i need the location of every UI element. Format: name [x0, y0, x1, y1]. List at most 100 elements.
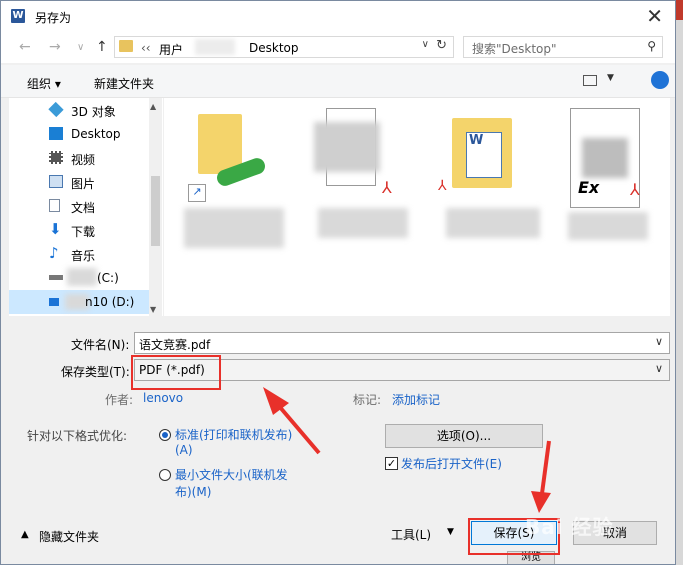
sidebar-item-desktop[interactable]: Desktop [9, 122, 149, 146]
standard-option-label[interactable]: 标准(打印和联机发布) [175, 426, 292, 443]
search-box[interactable]: 搜索"Desktop" ⚲ [463, 36, 663, 58]
optimize-label: 针对以下格式优化: [27, 429, 128, 443]
filename-value[interactable]: 语文竞赛.pdf [139, 336, 210, 353]
standard-radio[interactable] [159, 429, 171, 441]
sidebar-item-label: 文档 [71, 201, 96, 215]
minimum-size-option-key[interactable]: 布)(M) [175, 483, 211, 500]
list-item[interactable]: ↗ [176, 108, 286, 248]
sidebar-item-videos[interactable]: 视频 [9, 146, 149, 170]
folder-icon [119, 40, 133, 52]
pdf-icon: ⅄ [630, 180, 640, 199]
blurred-thumbnail [582, 138, 628, 178]
sidebar-item-label: 3D 对象 [71, 105, 116, 119]
recent-locations-icon[interactable]: ∨ [77, 42, 84, 53]
drive-icon [49, 298, 59, 306]
window-title: 另存为 [35, 11, 72, 25]
pictures-icon [49, 175, 63, 188]
word-document-icon: W [466, 132, 502, 178]
blurred-drive-label [67, 268, 97, 286]
pdf-icon: ⅄ [438, 178, 447, 194]
sidebar-item-label: n10 (D:) [85, 295, 135, 309]
search-input[interactable]: 搜索"Desktop" [472, 40, 557, 57]
address-bar[interactable]: ‹‹ 用户 Desktop ∨ ↻ [114, 36, 454, 58]
background-window-tab [676, 0, 683, 20]
blurred-file-name [318, 208, 408, 238]
watermark: Bai 经验 [525, 515, 614, 539]
file-list: ↗ ⅄ W ⅄ Ex ⅄ [164, 98, 670, 316]
list-item[interactable]: ⅄ [304, 108, 414, 248]
minimum-size-option-label[interactable]: 最小文件大小(联机发 [175, 466, 288, 483]
save-as-dialog: W 另存为 ✕ ← → ∨ ↑ ‹‹ 用户 Desktop ∨ ↻ 搜索"Des… [0, 0, 676, 565]
command-toolbar: 组织 ▾ 新建文件夹 ▼ [1, 65, 675, 98]
scroll-up-icon[interactable]: ▲ [150, 102, 156, 111]
annotation-box-filetype [131, 355, 221, 390]
music-icon: ♪ [49, 244, 59, 262]
sidebar-item-label: 视频 [71, 153, 96, 167]
organize-menu[interactable]: 组织 ▾ [27, 75, 61, 92]
close-button[interactable]: ✕ [646, 4, 663, 28]
refresh-icon[interactable]: ↻ [436, 38, 447, 53]
tools-dropdown-icon[interactable]: ▼ [447, 527, 454, 537]
blurred-file-name [184, 208, 284, 248]
list-item[interactable]: W ⅄ [432, 108, 542, 248]
add-tags-link[interactable]: 添加标记 [392, 391, 440, 408]
chevron-down-icon[interactable]: ∨ [422, 39, 429, 50]
hide-folders-toggle[interactable]: 隐藏文件夹 [39, 528, 99, 545]
standard-option-key[interactable]: (A) [175, 443, 193, 457]
scroll-down-icon[interactable]: ▼ [150, 305, 156, 314]
breadcrumb-desktop[interactable]: Desktop [249, 41, 299, 55]
desktop-icon [49, 127, 63, 140]
cube-icon [48, 101, 64, 118]
filename-label: 文件名(N): [71, 338, 130, 352]
breadcrumb-users[interactable]: 用户 [159, 41, 183, 58]
view-options-icon[interactable]: ▼ [607, 73, 614, 83]
sidebar-item-documents[interactable]: 文档 [9, 194, 149, 218]
blurred-thumbnail [314, 122, 380, 172]
title-bar: W 另存为 ✕ [1, 1, 675, 33]
pdf-icon: ⅄ [382, 178, 392, 197]
sidebar-scrollbar-thumb[interactable] [151, 176, 160, 246]
view-icon[interactable] [583, 75, 597, 86]
open-after-publish-label[interactable]: 发布后打开文件(E) [401, 455, 502, 472]
blurred-file-name [446, 208, 540, 238]
sidebar-item-downloads[interactable]: ⬇ 下载 [9, 218, 149, 242]
chevron-up-icon[interactable]: ▲ [21, 529, 29, 540]
open-after-publish-checkbox[interactable]: ✓ [385, 457, 398, 470]
options-button[interactable]: 选项(O)... [385, 424, 543, 448]
logo-icon: Ex [578, 178, 600, 197]
blurred-file-name [568, 212, 648, 240]
download-icon: ⬇ [49, 220, 62, 238]
drive-icon [49, 275, 63, 280]
author-label: 作者: [105, 393, 134, 407]
sidebar-item-label: (C:) [97, 271, 119, 285]
navigation-pane: 3D 对象 Desktop 视频 图片 文档 ⬇ 下载 ♪ 音乐 (C:) n1… [9, 98, 163, 316]
sidebar-item-3d-objects[interactable]: 3D 对象 [9, 98, 149, 122]
video-icon [49, 151, 63, 164]
tags-label: 标记: [353, 393, 382, 407]
sidebar-item-label: Desktop [71, 127, 121, 141]
sidebar-item-label: 下载 [71, 225, 96, 239]
new-folder-button[interactable]: 新建文件夹 [94, 75, 154, 92]
sidebar-item-label: 音乐 [71, 249, 96, 263]
filetype-label: 保存类型(T): [61, 365, 130, 379]
background-window-edge [676, 0, 683, 565]
blurred-username [195, 39, 235, 55]
list-item[interactable]: Ex ⅄ [554, 108, 664, 248]
word-app-icon: W [11, 9, 25, 23]
sidebar-item-music[interactable]: ♪ 音乐 [9, 242, 149, 266]
help-icon[interactable] [651, 71, 669, 89]
up-folder-icon[interactable]: ↑ [96, 39, 108, 55]
chevron-down-icon[interactable]: ∨ [655, 362, 663, 375]
author-value[interactable]: lenovo [143, 391, 183, 405]
search-icon[interactable]: ⚲ [647, 39, 656, 53]
sidebar-item-drive-d[interactable]: n10 (D:) [9, 290, 149, 314]
breadcrumb-overflow[interactable]: ‹‹ [141, 41, 151, 55]
chevron-down-icon[interactable]: ∨ [655, 335, 663, 348]
minimum-size-radio[interactable] [159, 469, 171, 481]
sidebar-item-pictures[interactable]: 图片 [9, 170, 149, 194]
filename-field[interactable]: 语文竞赛.pdf ∨ [134, 332, 670, 354]
back-arrow-icon[interactable]: ← [19, 39, 31, 55]
sidebar-item-drive-c[interactable]: (C:) [9, 266, 149, 290]
tools-menu[interactable]: 工具(L) [391, 526, 431, 543]
forward-arrow-icon[interactable]: → [49, 39, 61, 55]
